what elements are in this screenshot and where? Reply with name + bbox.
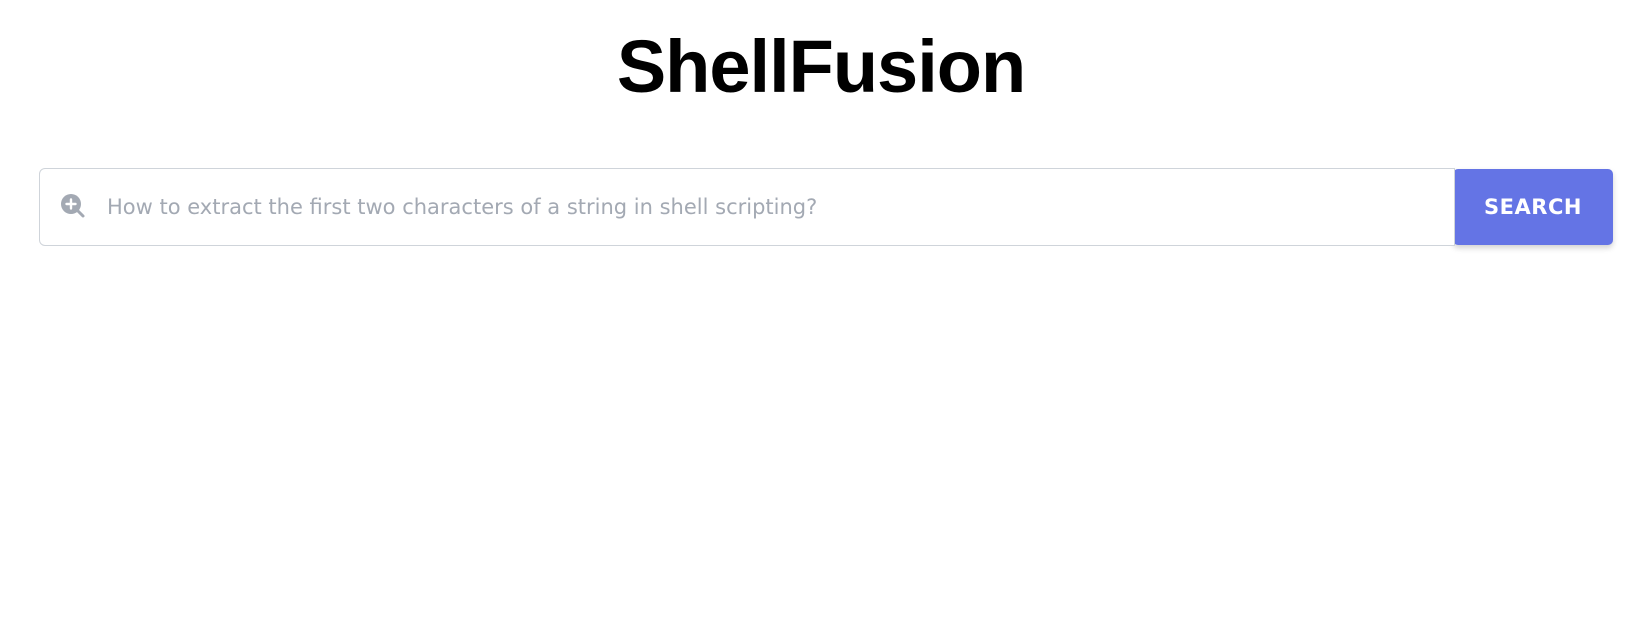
- search-input[interactable]: [40, 169, 1454, 245]
- search-input-container[interactable]: [39, 168, 1455, 246]
- search-plus-icon: [60, 193, 86, 219]
- search-button[interactable]: SEARCH: [1453, 169, 1613, 245]
- app-logo: ShellFusion: [616, 25, 1026, 108]
- search-bar: SEARCH: [39, 168, 1613, 246]
